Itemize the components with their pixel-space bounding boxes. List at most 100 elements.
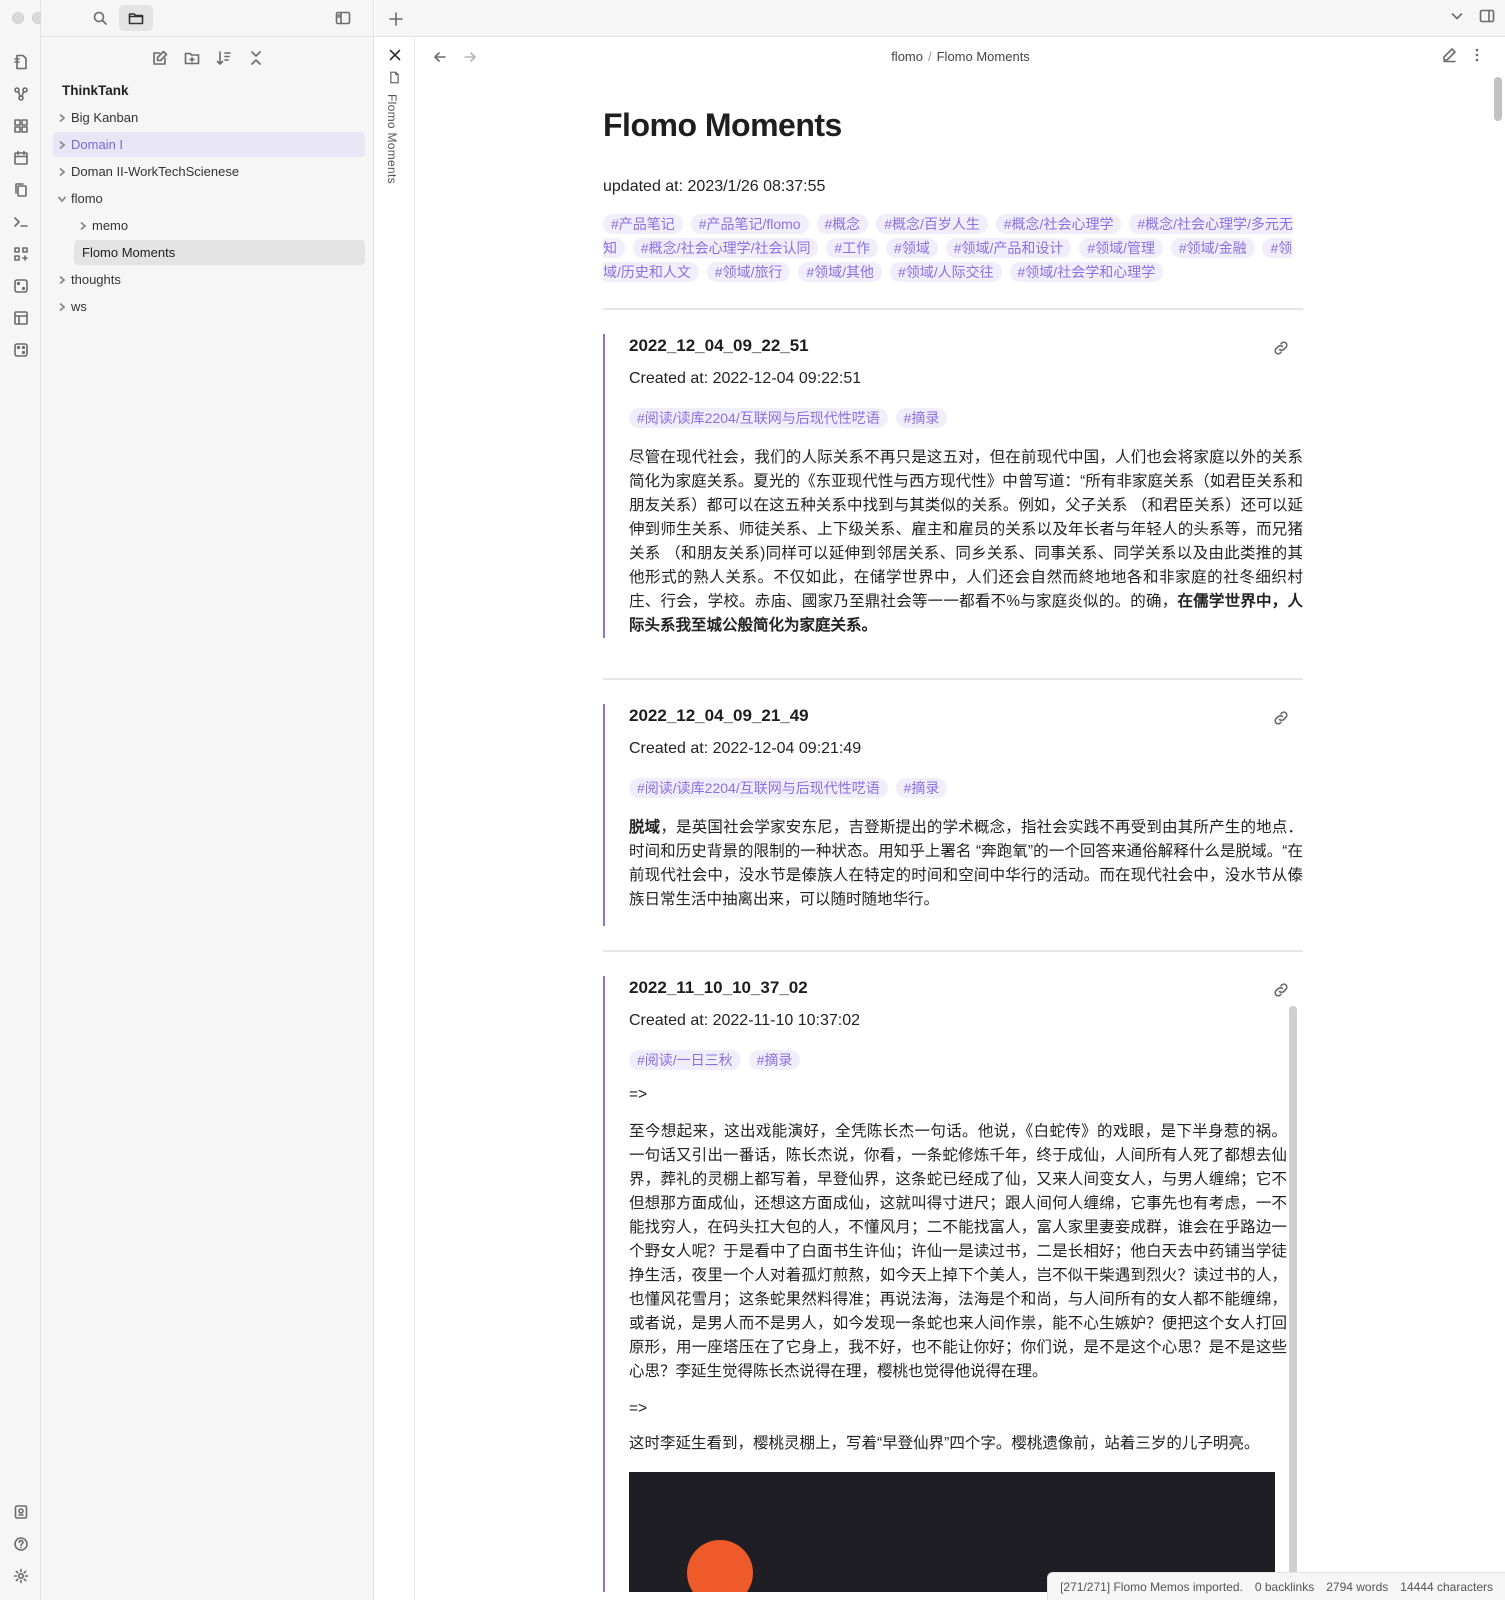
tag[interactable]: #领域/其他 [798,262,883,282]
tag[interactable]: #阅读/读库2204/互联网与后现代性呓语 [629,778,888,798]
page-title: Flomo Moments [603,107,842,143]
tree-folder-doman-ii[interactable]: Doman II-WorkTechScienese [53,159,365,184]
tree-folder-ws[interactable]: ws [53,294,365,319]
chevron-down-icon[interactable] [53,190,71,208]
tag[interactable]: #概念/百岁人生 [876,214,988,234]
tag[interactable]: #领域/旅行 [706,262,791,282]
character-count: 14444 characters [1400,1579,1493,1594]
new-folder-icon[interactable] [182,46,202,70]
tag[interactable]: #摘录 [895,778,948,798]
dice-icon[interactable] [7,336,35,364]
new-note-icon[interactable] [150,46,170,70]
updated-at: updated at: 2023/1/26 08:37:55 [603,178,826,195]
settings-gear-icon[interactable] [7,1562,35,1590]
tag[interactable]: #产品笔记/flomo [690,214,809,234]
tree-folder-domain-i[interactable]: Domain I [53,132,365,157]
graph-view-icon[interactable] [7,80,35,108]
memo-text: 尽管在现代社会，我们的人际关系不再只是这五对，但在前现代中国，人们也会将家庭以外… [629,449,1303,610]
toggle-sidebar-button[interactable] [326,5,360,31]
template-icon[interactable] [7,304,35,332]
chevron-right-icon[interactable] [53,271,71,289]
tree-item-label: ws [71,299,87,314]
tag[interactable]: #领域/产品和设计 [945,238,1072,258]
help-icon[interactable] [7,1530,35,1558]
memo-tags: #阅读/读库2204/互联网与后现代性呓语 #摘录 [629,408,1303,428]
memo-created-at: Created at: 2022-11-10 10:37:02 [629,1012,860,1029]
tree-item-label: flomo [71,191,103,206]
tag[interactable]: #概念/社会心理学 [995,214,1122,234]
close-window-button[interactable] [12,12,24,24]
memo-tags: #阅读/一日三秋 #摘录 [629,1050,1303,1070]
memo-scrollbar[interactable] [1289,1006,1297,1600]
memo-arrow: => [629,1400,648,1417]
tree-folder-flomo[interactable]: flomo [53,186,365,211]
tag[interactable]: #摘录 [895,408,948,428]
import-status: [271/271] Flomo Memos imported. [1060,1579,1243,1594]
tag[interactable]: #领域 [886,238,938,258]
chevron-down-icon[interactable] [1449,8,1465,29]
tree-item-label: Big Kanban [71,110,139,125]
image-avatar-graphic [687,1540,753,1592]
toggle-right-sidebar-button[interactable] [1479,8,1495,29]
plugin-icon[interactable] [7,240,35,268]
chevron-right-icon[interactable] [74,217,92,235]
collapse-all-icon[interactable] [246,46,266,70]
tag[interactable]: #领域/管理 [1079,238,1163,258]
tag[interactable]: #摘录 [748,1050,801,1070]
divider [603,950,1303,952]
link-icon[interactable] [1273,982,1289,1003]
search-button[interactable] [83,5,117,31]
more-options-icon[interactable] [1469,47,1485,68]
tag[interactable]: #概念 [816,214,869,234]
chevron-right-icon[interactable] [53,163,71,181]
file-explorer-sidebar: ThinkTank Big Kanban Domain I Doman II-W… [41,0,374,1600]
stacked-tab-spine[interactable]: Flomo Moments [375,37,415,1600]
command-palette-icon[interactable] [7,208,35,236]
tree-file-flomo-moments[interactable]: Flomo Moments [74,240,365,265]
calendar-icon[interactable] [7,144,35,172]
chevron-right-icon[interactable] [53,136,71,154]
vault-switcher-icon[interactable] [7,1498,35,1526]
files-tab-button[interactable] [119,5,153,31]
tag[interactable]: #领域/社会学和心理学 [1009,262,1164,282]
link-icon[interactable] [1273,710,1289,731]
breadcrumb-file[interactable]: Flomo Moments [937,49,1030,64]
tag[interactable]: #阅读/一日三秋 [629,1050,741,1070]
backlinks-count[interactable]: 0 backlinks [1255,1580,1314,1594]
new-tab-button[interactable] [385,8,407,30]
tag[interactable]: #阅读/读库2204/互联网与后现代性呓语 [629,408,888,428]
tree-folder-memo[interactable]: memo [53,213,365,238]
tree-folder-thoughts[interactable]: thoughts [53,267,365,292]
open-quick-switcher-icon[interactable] [7,48,35,76]
close-tab-icon[interactable] [387,47,403,63]
kanban-icon[interactable] [7,112,35,140]
breadcrumb-separator: / [927,49,932,64]
tag[interactable]: #领域/人际交往 [889,262,1002,282]
tag[interactable]: #工作 [826,238,879,258]
memo-title: 2022_12_04_09_21_49 [629,706,809,725]
vault-name[interactable]: ThinkTank [62,83,129,98]
pane-scrollbar[interactable] [1494,77,1502,121]
tree-item-label: thoughts [71,272,121,287]
copy-icon[interactable] [7,176,35,204]
view-header: flomo / Flomo Moments [416,37,1505,77]
tree-item-label: Doman II-WorkTechScienese [71,164,240,179]
memo-bold-text: 脱域 [629,819,661,836]
breadcrumb-folder[interactable]: flomo [891,49,923,64]
tag[interactable]: #概念/社会心理学/社会认同 [632,238,819,258]
chevron-right-icon[interactable] [53,298,71,316]
sort-icon[interactable] [214,46,234,70]
tag[interactable]: #产品笔记 [603,214,683,234]
tree-folder-big-kanban[interactable]: Big Kanban [53,105,365,130]
chevron-right-icon[interactable] [53,109,71,127]
memo-card: 2022_12_04_09_22_51 Created at: 2022-12-… [603,334,1303,638]
edit-pencil-icon[interactable] [1441,47,1457,68]
random-note-icon[interactable] [7,272,35,300]
stacked-tab-title: Flomo Moments [385,94,399,184]
memo-created-at: Created at: 2022-12-04 09:22:51 [629,370,862,387]
tree-item-label: memo [92,218,129,233]
memo-card: 2022_12_04_09_21_49 Created at: 2022-12-… [603,704,1303,926]
link-icon[interactable] [1273,340,1289,361]
tag[interactable]: #领域/金融 [1170,238,1255,258]
tag-list: #产品笔记 #产品笔记/flomo #概念 #概念/百岁人生 #概念/社会心理学… [603,212,1303,284]
